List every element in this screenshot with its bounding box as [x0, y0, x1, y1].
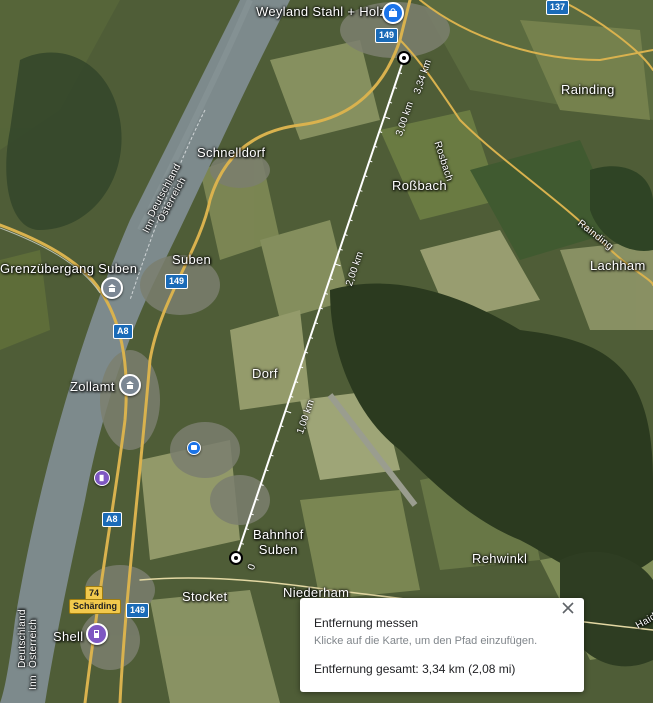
measure-tick	[275, 439, 279, 442]
measure-tick	[240, 542, 244, 545]
river-label-inn-bottom: Inn	[28, 675, 39, 690]
measure-end-point[interactable]	[397, 51, 411, 65]
measure-tick	[398, 72, 403, 75]
place-zollamt[interactable]: Zollamt	[70, 379, 115, 394]
road-shield-a8-bottom: A8	[102, 512, 122, 527]
measure-tick	[354, 204, 358, 207]
measure-tick	[300, 366, 304, 369]
measure-tick	[314, 322, 319, 325]
shopping-bag-icon[interactable]	[382, 2, 404, 24]
measure-tick	[339, 248, 343, 251]
road-shield-149-mid: 149	[165, 274, 189, 289]
place-rossbach[interactable]: Roßbach	[392, 178, 447, 193]
measure-tick	[319, 307, 324, 310]
measure-tick	[344, 233, 348, 236]
place-bahnhof-suben[interactable]: Bahnhof Suben	[253, 527, 304, 557]
road-shield-a8-top: A8	[113, 324, 133, 339]
fuel-pump-icon[interactable]	[94, 470, 110, 486]
road-shield-149-top: 149	[375, 28, 399, 43]
measure-tick	[280, 425, 284, 428]
border-country-at-bottom: Österreich	[28, 618, 39, 668]
place-rehwinkl[interactable]: Rehwinkl	[472, 551, 527, 566]
measure-distance-card: Entfernung messen Klicke auf die Karte, …	[300, 598, 584, 692]
measure-tick	[309, 336, 314, 339]
building-icon[interactable]	[101, 277, 123, 299]
measure-start-point[interactable]	[229, 551, 243, 565]
place-weyland[interactable]: Weyland Stahl + Holz	[256, 4, 386, 19]
measure-tick	[260, 483, 264, 486]
measure-tick	[334, 263, 341, 267]
place-lachham[interactable]: Lachham	[590, 258, 646, 273]
place-rainding[interactable]: Rainding	[561, 82, 615, 97]
measure-tick	[379, 131, 383, 133]
road-shield-schaerding: Schärding	[69, 599, 122, 614]
measure-card-total: Entfernung gesamt: 3,34 km (2,08 mi)	[314, 662, 516, 676]
measure-tick	[369, 160, 373, 163]
measure-tick	[255, 498, 259, 501]
gas-station-icon[interactable]	[86, 623, 108, 645]
measure-tick	[349, 219, 353, 222]
measure-tick	[270, 454, 274, 457]
measure-tick	[324, 292, 328, 295]
measure-card-hint: Klicke auf die Karte, um den Pfad einzuf…	[314, 635, 538, 647]
place-suben[interactable]: Suben	[172, 252, 211, 267]
border-label-bottom: Deutschland Österreich	[17, 609, 39, 668]
border-country-de-bottom: Deutschland	[17, 609, 28, 668]
road-shield-149-bottom: 149	[126, 603, 150, 618]
customs-building-icon[interactable]	[119, 374, 141, 396]
measure-tick	[250, 513, 254, 516]
place-stocket[interactable]: Stocket	[182, 589, 227, 604]
close-icon[interactable]	[560, 602, 576, 618]
place-shell[interactable]: Shell	[53, 629, 83, 644]
measure-tick	[290, 395, 294, 398]
measure-tick	[295, 381, 299, 383]
measure-tick	[285, 410, 292, 414]
road-shield-137: 137	[546, 0, 570, 15]
measure-tick	[393, 86, 398, 89]
measure-tick	[245, 528, 249, 531]
measure-tick	[265, 469, 269, 472]
train-station-icon[interactable]	[187, 441, 201, 455]
place-schnelldorf[interactable]: Schnelldorf	[197, 145, 265, 160]
measure-tick	[364, 175, 368, 178]
measure-tick	[374, 145, 378, 148]
measure-tick	[329, 278, 333, 281]
measure-tick	[389, 101, 393, 104]
place-grenzuebergang[interactable]: Grenzübergang Suben	[0, 261, 137, 276]
measure-tick	[384, 116, 391, 120]
measure-tick	[305, 351, 309, 354]
measure-card-title: Entfernung messen	[314, 616, 419, 630]
place-dorf[interactable]: Dorf	[252, 366, 278, 381]
measure-tick	[359, 189, 363, 192]
